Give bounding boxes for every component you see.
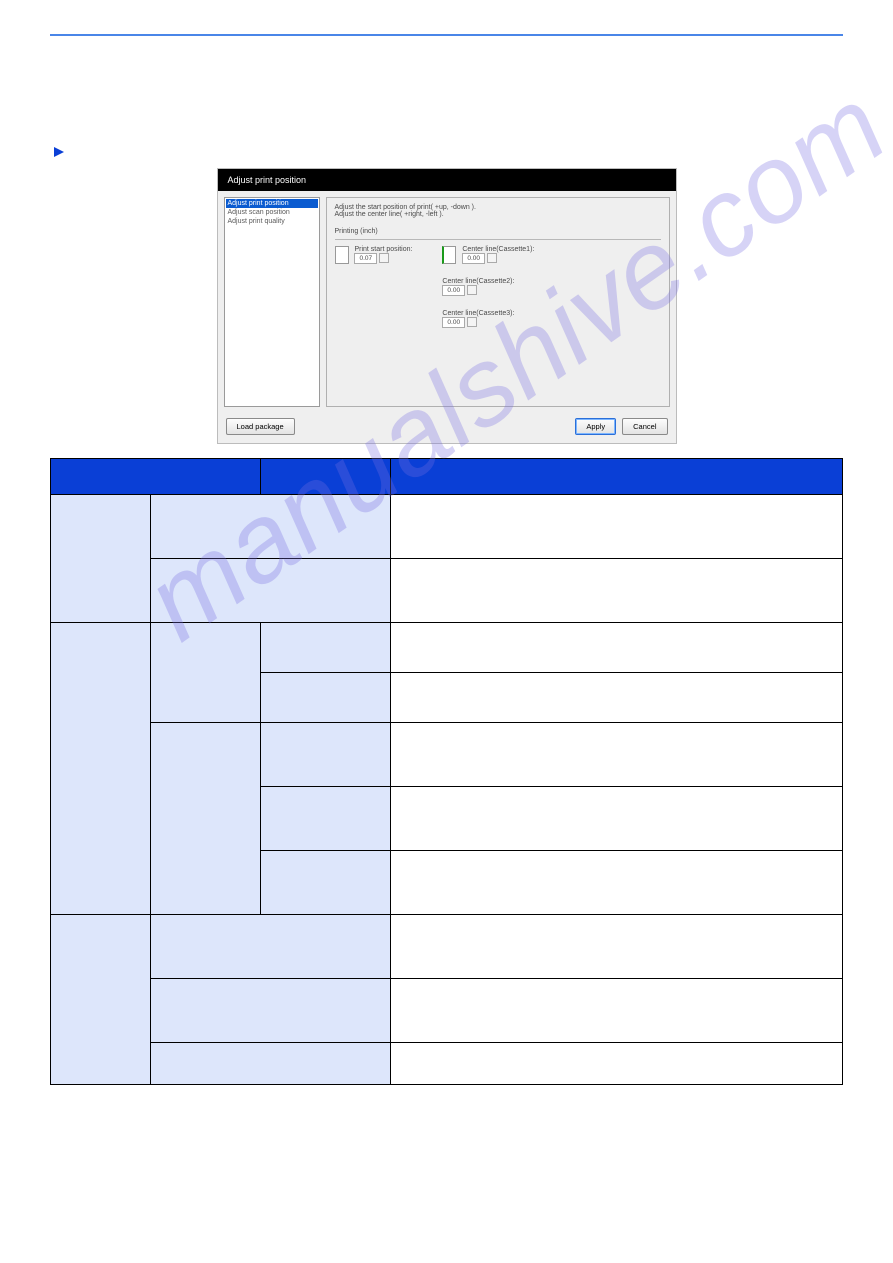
spinner-icon[interactable] [467, 285, 477, 295]
table-cell [391, 851, 843, 915]
table-cell [261, 723, 391, 787]
spinner-icon[interactable] [379, 253, 389, 263]
page-icon [335, 246, 349, 264]
table-cell [151, 559, 391, 623]
table-cell [391, 979, 843, 1043]
table-cell [391, 559, 843, 623]
dialog-titlebar: Adjust print position [218, 169, 676, 191]
table-cell [51, 915, 151, 1085]
table-cell [391, 787, 843, 851]
dialog-content: Adjust the start position of print( +up,… [326, 197, 670, 407]
table-cell [51, 623, 151, 915]
table-cell [261, 623, 391, 673]
cancel-button[interactable]: Cancel [622, 418, 667, 435]
dialog-sidebar[interactable]: Adjust print position Adjust scan positi… [224, 197, 320, 407]
spinner-icon[interactable] [467, 317, 477, 327]
table-header [261, 459, 391, 495]
dialog-title: Adjust print position [228, 175, 307, 185]
table-cell [261, 851, 391, 915]
header-divider [50, 34, 843, 36]
field-label: Print start position: [354, 246, 412, 253]
table-cell [151, 623, 261, 723]
table-cell [391, 915, 843, 979]
print-start-input[interactable]: 0.07 [354, 253, 377, 264]
field-label: Center line(Cassette2): [442, 278, 534, 285]
field-label: Center line(Cassette1): [462, 246, 534, 253]
table-cell [391, 673, 843, 723]
left-column: Print start position: 0.07 [335, 246, 413, 342]
settings-table [50, 458, 843, 1085]
arrow-row [54, 146, 843, 158]
sidebar-item[interactable]: Adjust print quality [226, 217, 318, 226]
spinner-icon[interactable] [487, 253, 497, 263]
table-cell [151, 723, 261, 915]
table-cell [391, 495, 843, 559]
right-column: Center line(Cassette1): 0.00 Center line… [442, 246, 534, 342]
sidebar-item-selected[interactable]: Adjust print position [226, 199, 318, 208]
table-cell [261, 673, 391, 723]
field-label: Center line(Cassette3): [442, 310, 534, 317]
table-cell [391, 1043, 843, 1085]
table-cell [151, 1043, 391, 1085]
table-cell [151, 979, 391, 1043]
sidebar-item[interactable]: Adjust scan position [226, 208, 318, 217]
table-cell [391, 623, 843, 673]
table-cell [151, 495, 391, 559]
center-line-input-2[interactable]: 0.00 [442, 285, 465, 296]
center-line-input-1[interactable]: 0.00 [462, 253, 485, 264]
page-icon [442, 246, 456, 264]
group-label: Printing (inch) [335, 228, 661, 235]
dialog-screenshot: Adjust print position Adjust print posit… [217, 168, 677, 444]
table-cell [391, 723, 843, 787]
table-header [51, 459, 261, 495]
center-line-input-3[interactable]: 0.00 [442, 317, 465, 328]
table-cell [51, 495, 151, 623]
load-package-button[interactable]: Load package [226, 418, 295, 435]
table-header [391, 459, 843, 495]
arrow-right-icon [54, 147, 64, 157]
table-cell [151, 915, 391, 979]
apply-button[interactable]: Apply [575, 418, 616, 435]
instructions-line: Adjust the start position of print( +up,… [335, 204, 661, 211]
table-cell [261, 787, 391, 851]
instructions-line: Adjust the center line( +right, -left ). [335, 211, 661, 218]
